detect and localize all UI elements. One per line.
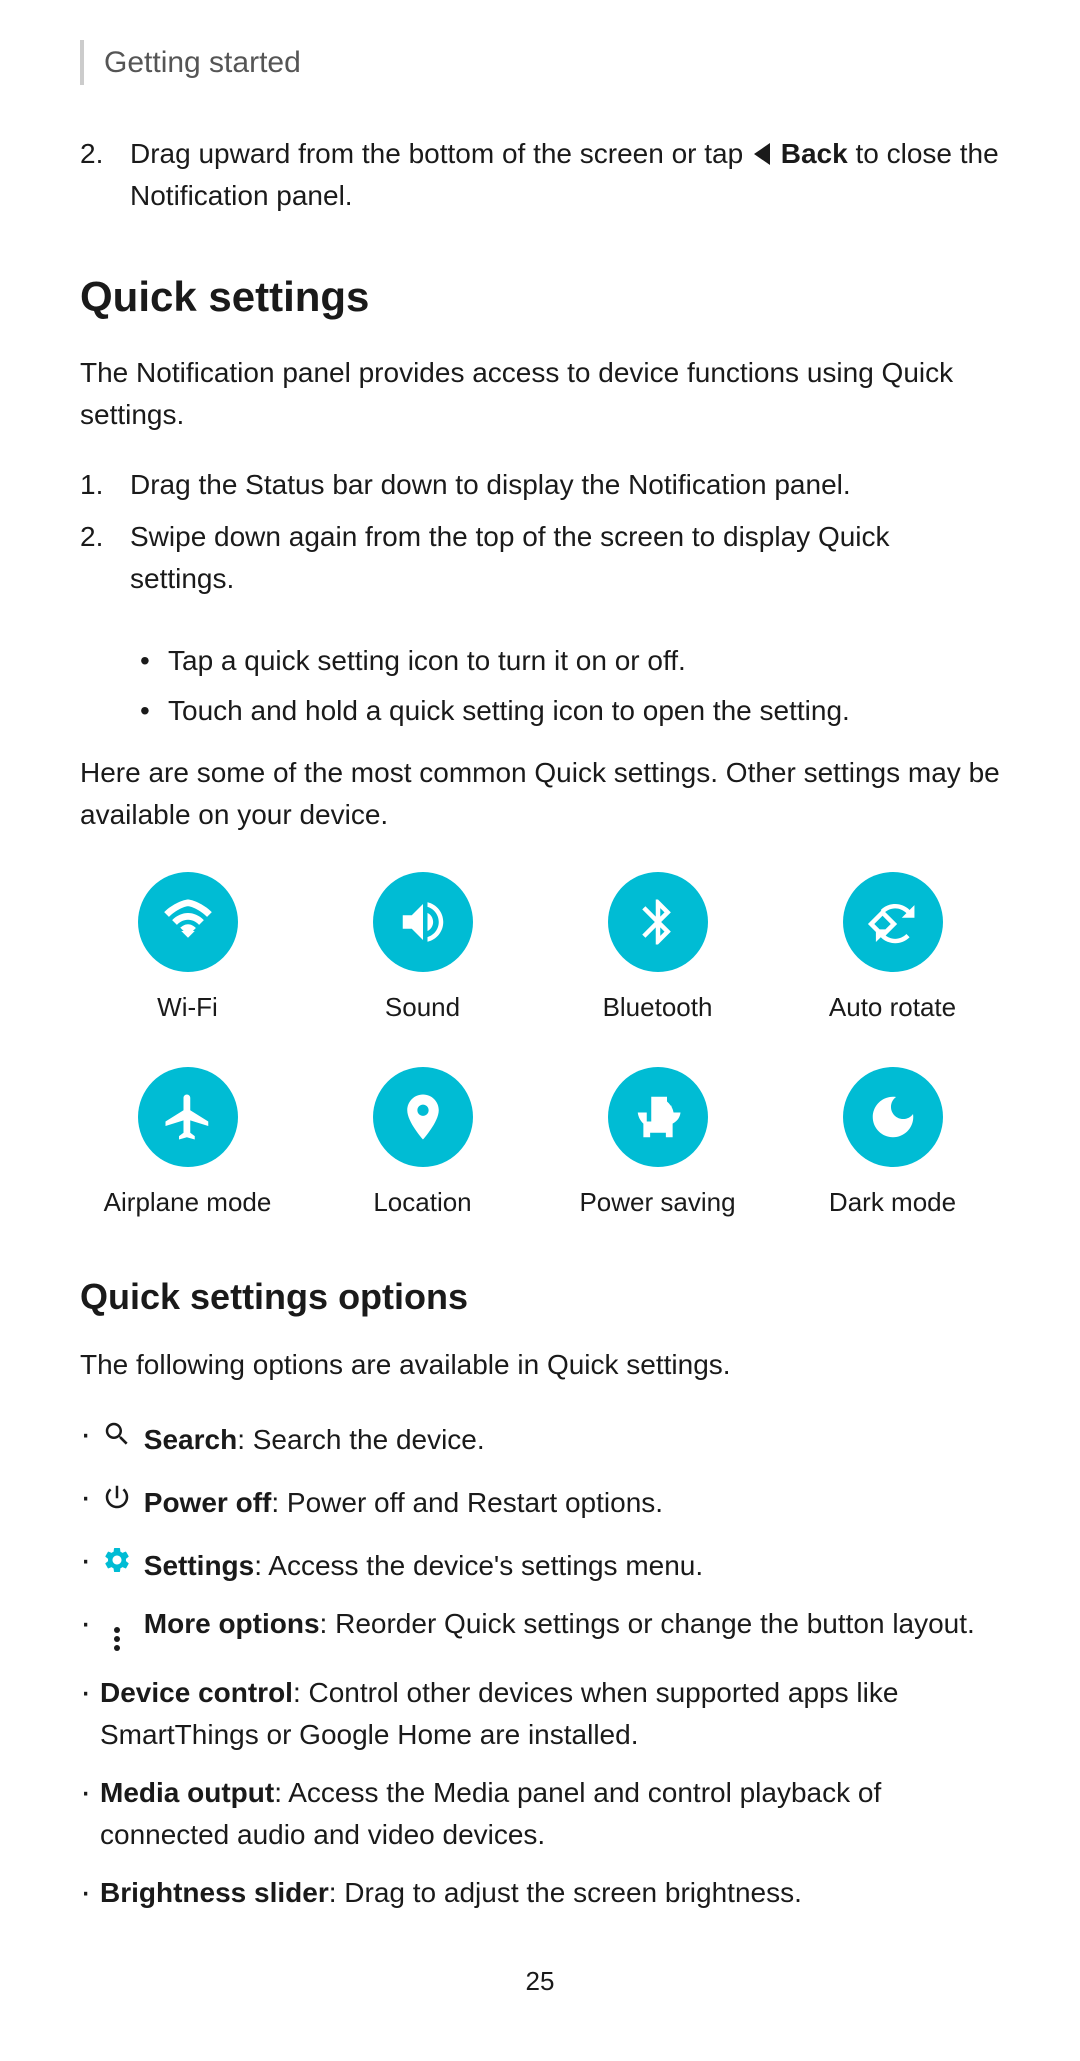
wifi-icon-circle xyxy=(138,872,238,972)
option-brightness-slider: Brightness slider: Drag to adjust the sc… xyxy=(80,1872,1000,1914)
page-number: 25 xyxy=(80,1962,1000,2001)
qs-bullet-1: Tap a quick setting icon to turn it on o… xyxy=(140,640,1000,682)
option-media-output-label: Media output xyxy=(100,1777,274,1808)
option-poweroff-content: Power off: Power off and Restart options… xyxy=(100,1477,663,1524)
back-chevron-icon xyxy=(754,143,770,165)
qs-item-location[interactable]: Location xyxy=(315,1067,530,1222)
option-more-label: More options xyxy=(144,1608,320,1639)
qs-bullet-2: Touch and hold a quick setting icon to o… xyxy=(140,690,1000,732)
qs-options-title: Quick settings options xyxy=(80,1270,1000,1324)
more-options-icon xyxy=(100,1622,134,1656)
darkmode-label: Dark mode xyxy=(829,1183,956,1222)
quick-settings-section: Quick settings The Notification panel pr… xyxy=(80,265,1000,1222)
qs-item-powersaving[interactable]: Power saving xyxy=(550,1067,765,1222)
intro-step-2: 2. Drag upward from the bottom of the sc… xyxy=(80,133,1000,217)
qs-options-list: Search: Search the device. Power off: Po… xyxy=(80,1414,1000,1914)
qs-note: Here are some of the most common Quick s… xyxy=(80,752,1000,836)
qs-item-bluetooth[interactable]: Bluetooth xyxy=(550,872,765,1027)
qs-item-wifi[interactable]: Wi-Fi xyxy=(80,872,295,1027)
quick-settings-description: The Notification panel provides access t… xyxy=(80,352,1000,436)
option-media-output: Media output: Access the Media panel and… xyxy=(80,1772,1000,1856)
bluetooth-icon xyxy=(631,895,685,949)
option-search-content: Search: Search the device. xyxy=(100,1414,485,1461)
autorotate-icon xyxy=(866,895,920,949)
powersaving-label: Power saving xyxy=(579,1183,735,1222)
option-poweroff: Power off: Power off and Restart options… xyxy=(80,1477,1000,1524)
bluetooth-icon-circle xyxy=(608,872,708,972)
step-text: Drag upward from the bottom of the scree… xyxy=(130,133,1000,217)
darkmode-icon xyxy=(866,1090,920,1144)
option-media-output-content: Media output: Access the Media panel and… xyxy=(100,1772,1000,1856)
wifi-icon xyxy=(161,895,215,949)
sound-icon xyxy=(396,895,450,949)
sound-icon-circle xyxy=(373,872,473,972)
qs-item-sound[interactable]: Sound xyxy=(315,872,530,1027)
airplane-label: Airplane mode xyxy=(104,1183,272,1222)
option-settings: Settings: Access the device's settings m… xyxy=(80,1540,1000,1587)
qs-item-airplane[interactable]: Airplane mode xyxy=(80,1067,295,1222)
option-settings-content: Settings: Access the device's settings m… xyxy=(100,1540,703,1587)
qs-step-1: 1. Drag the Status bar down to display t… xyxy=(80,464,1000,506)
airplane-icon xyxy=(161,1090,215,1144)
location-icon-circle xyxy=(373,1067,473,1167)
option-brightness-label: Brightness slider xyxy=(100,1877,329,1908)
option-device-control-content: Device control: Control other devices wh… xyxy=(100,1672,1000,1756)
darkmode-icon-circle xyxy=(843,1067,943,1167)
autorotate-label: Auto rotate xyxy=(829,988,956,1027)
option-more-content: More options: Reorder Quick settings or … xyxy=(100,1603,975,1656)
option-search: Search: Search the device. xyxy=(80,1414,1000,1461)
page-header-title: Getting started xyxy=(104,46,301,79)
option-search-label: Search xyxy=(144,1424,237,1455)
poweroff-icon xyxy=(100,1480,134,1514)
location-label: Location xyxy=(373,1183,471,1222)
option-device-control-label: Device control xyxy=(100,1677,293,1708)
quick-settings-options-section: Quick settings options The following opt… xyxy=(80,1270,1000,1914)
qs-item-darkmode[interactable]: Dark mode xyxy=(785,1067,1000,1222)
bluetooth-label: Bluetooth xyxy=(603,988,713,1027)
wifi-label: Wi-Fi xyxy=(157,988,218,1027)
option-more: More options: Reorder Quick settings or … xyxy=(80,1603,1000,1656)
search-icon xyxy=(100,1417,134,1451)
step-number: 2. xyxy=(80,133,130,217)
quick-settings-title: Quick settings xyxy=(80,265,1000,328)
autorotate-icon-circle xyxy=(843,872,943,972)
quick-settings-icons-grid: Wi-Fi Sound Bluetooth xyxy=(80,872,1000,1222)
option-settings-label: Settings xyxy=(144,1550,254,1581)
qs-step-2: 2. Swipe down again from the top of the … xyxy=(80,516,1000,600)
airplane-icon-circle xyxy=(138,1067,238,1167)
page-header: Getting started xyxy=(80,40,1000,85)
settings-gear-icon xyxy=(100,1543,134,1577)
option-brightness-slider-content: Brightness slider: Drag to adjust the sc… xyxy=(100,1872,802,1914)
qs-bullets: Tap a quick setting icon to turn it on o… xyxy=(140,640,1000,732)
powersaving-icon-circle xyxy=(608,1067,708,1167)
sound-label: Sound xyxy=(385,988,460,1027)
option-device-control: Device control: Control other devices wh… xyxy=(80,1672,1000,1756)
location-icon xyxy=(396,1090,450,1144)
powersaving-icon xyxy=(631,1090,685,1144)
qs-options-description: The following options are available in Q… xyxy=(80,1344,1000,1386)
qs-item-autorotate[interactable]: Auto rotate xyxy=(785,872,1000,1027)
option-poweroff-label: Power off xyxy=(144,1487,272,1518)
